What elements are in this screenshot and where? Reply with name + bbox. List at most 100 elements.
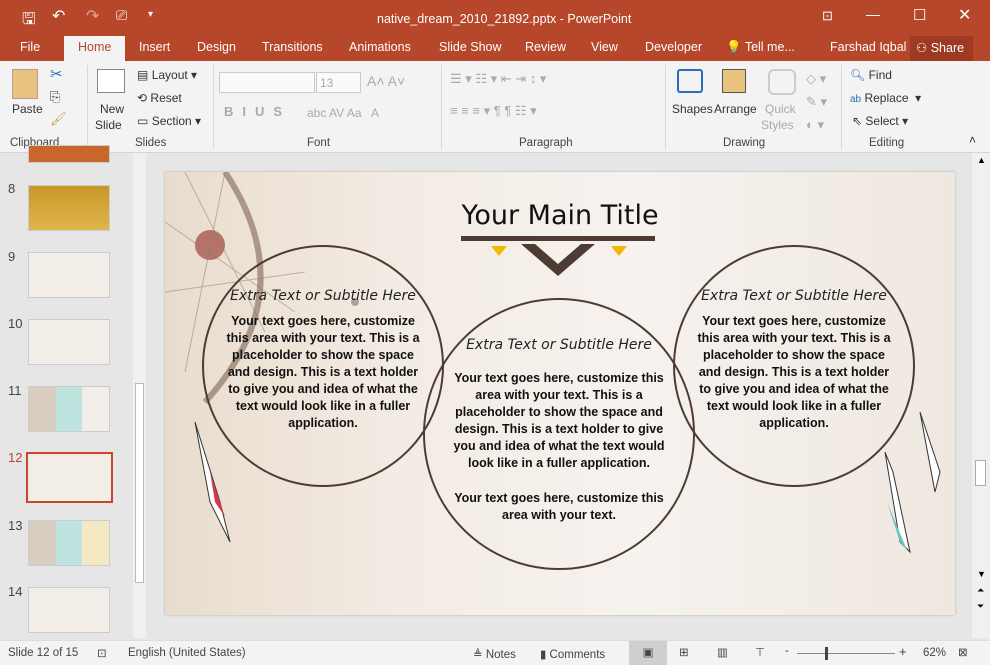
minimize-button[interactable]: — xyxy=(866,6,880,22)
format-painter-icon[interactable]: 🖌 xyxy=(50,111,67,127)
quick-styles-icon xyxy=(768,69,796,95)
language-indicator[interactable]: English (United States) xyxy=(128,647,246,659)
body-text-right[interactable]: Your text goes here, customize this area… xyxy=(694,313,894,432)
cut-icon[interactable]: ✂ xyxy=(50,65,63,83)
replace-button[interactable]: ab Replace ▾ xyxy=(850,91,921,105)
share-button[interactable]: ⚇ Share xyxy=(910,36,973,61)
zoom-in-button[interactable]: + xyxy=(899,644,907,659)
tribal-ornament-icon xyxy=(461,236,655,276)
slide-thumbnail-9[interactable] xyxy=(28,252,110,298)
strikethrough-icon[interactable]: abc AV Aa A xyxy=(307,106,379,120)
group-editing: Editing xyxy=(869,137,905,149)
arrange-button[interactable]: Arrange xyxy=(714,102,757,116)
redo-icon[interactable]: ↷ xyxy=(86,6,99,26)
spell-check-icon[interactable]: ⊡ xyxy=(97,646,107,660)
shapes-icon xyxy=(677,69,703,93)
save-icon[interactable]: 🖫 xyxy=(22,8,36,35)
undo-icon[interactable]: ↶ xyxy=(52,6,65,26)
slide-thumbnail-11[interactable] xyxy=(28,386,110,432)
reset-button[interactable]: ⟲ Reset xyxy=(137,91,182,105)
editor-vertical-scrollbar[interactable]: ▲ ▼ ⏶ ⏷ xyxy=(972,153,990,638)
reading-view-button[interactable]: ▥ xyxy=(717,645,728,659)
fit-to-window-icon[interactable]: ⊠ xyxy=(958,645,968,659)
close-button[interactable]: ✕ xyxy=(958,5,971,25)
tab-animations[interactable]: Animations xyxy=(349,40,411,54)
tab-developer[interactable]: Developer xyxy=(645,40,702,54)
divider xyxy=(213,65,214,149)
tab-slide-show[interactable]: Slide Show xyxy=(439,40,502,54)
layout-button[interactable]: ▤ Layout ▾ xyxy=(137,68,197,82)
slide-number: 13 xyxy=(8,518,23,533)
zoom-level[interactable]: 62% xyxy=(923,647,946,659)
align-icon[interactable]: ≡ ≡ ≡ ▾ ¶ ¶ ☷ ▾ xyxy=(450,103,537,119)
tab-home[interactable]: Home xyxy=(64,36,126,61)
tab-design[interactable]: Design xyxy=(197,40,236,54)
tab-file[interactable]: File xyxy=(20,40,40,54)
section-button[interactable]: ▭ Section ▾ xyxy=(137,114,201,128)
slide-canvas[interactable]: Your Main Title Extra Text or Subtitle H… xyxy=(165,172,955,615)
scroll-down-icon[interactable]: ▼ xyxy=(977,569,986,579)
scroll-up-icon[interactable]: ▲ xyxy=(977,155,986,165)
customize-toolbar-icon[interactable]: ▾ xyxy=(148,9,153,20)
start-from-beginning-icon[interactable]: ⎚ xyxy=(116,7,127,24)
subtitle-right[interactable]: Extra Text or Subtitle Here xyxy=(676,288,912,304)
find-button[interactable]: 🔍︎ Find xyxy=(850,68,892,82)
new-slide-icon xyxy=(97,69,125,93)
slide-thumbnail-13[interactable] xyxy=(28,520,110,566)
tab-review[interactable]: Review xyxy=(525,40,566,54)
next-slide-icon[interactable]: ⏷ xyxy=(977,601,984,612)
notes-button[interactable]: ≜ Notes xyxy=(473,647,516,661)
font-name-input[interactable] xyxy=(219,72,315,93)
subtitle-middle[interactable]: Extra Text or Subtitle Here xyxy=(435,337,683,353)
collapse-ribbon-icon[interactable]: ˄ xyxy=(969,133,976,147)
subtitle-left[interactable]: Extra Text or Subtitle Here xyxy=(205,288,441,304)
previous-slide-icon[interactable]: ⏶ xyxy=(977,585,984,596)
zoom-slider-thumb[interactable] xyxy=(825,647,829,660)
tab-transitions[interactable]: Transitions xyxy=(262,40,323,54)
slide-sorter-button[interactable]: ⊞ xyxy=(679,645,689,659)
normal-view-button[interactable]: ▣ xyxy=(629,641,667,665)
thumbnails-scrollbar[interactable] xyxy=(133,153,146,638)
scrollbar-thumb[interactable] xyxy=(135,383,144,583)
slide-thumbnail-7[interactable] xyxy=(28,145,110,163)
slide-show-button[interactable]: ⊤ xyxy=(755,645,765,659)
reset-icon: ⟲ xyxy=(137,91,148,105)
slide-number: 10 xyxy=(8,316,23,331)
slide-thumbnail-8[interactable] xyxy=(28,185,110,231)
zoom-slider[interactable] xyxy=(797,653,895,654)
body-text-left[interactable]: Your text goes here, customize this area… xyxy=(223,313,423,432)
ribbon-display-icon[interactable]: ⊡ xyxy=(822,8,833,24)
new-slide-button[interactable]: New xyxy=(100,102,124,116)
comments-button[interactable]: ▮ Comments xyxy=(540,647,605,661)
body-text-middle-2[interactable]: Your text goes here, customize this area… xyxy=(453,490,665,524)
slide-thumbnail-12-selected[interactable] xyxy=(26,452,113,503)
user-name[interactable]: Farshad Iqbal xyxy=(830,40,906,54)
tab-view[interactable]: View xyxy=(591,40,618,54)
ribbon-tabs: File Home Insert Design Transitions Anim… xyxy=(0,36,990,61)
slide-thumbnail-14[interactable] xyxy=(28,587,110,633)
paste-button[interactable]: Paste xyxy=(12,102,43,116)
scrollbar-thumb[interactable] xyxy=(975,460,986,486)
zoom-out-button[interactable]: - xyxy=(785,645,789,657)
slide-title[interactable]: Your Main Title xyxy=(165,200,955,231)
body-text-middle[interactable]: Your text goes here, customize this area… xyxy=(453,370,665,472)
tab-insert[interactable]: Insert xyxy=(139,40,170,54)
divider xyxy=(665,65,666,149)
slide-thumbnail-10[interactable] xyxy=(28,319,110,365)
slide-number: 12 xyxy=(8,450,23,465)
shape-fill-outline-effects-icons[interactable]: ◇ ▾ ✎ ▾ ◐ ▾ xyxy=(806,67,827,136)
tell-me-search[interactable]: 💡 Tell me... xyxy=(726,40,795,55)
arrange-icon xyxy=(722,69,746,93)
font-size-input[interactable]: 13 xyxy=(316,72,361,93)
bullets-icon[interactable]: ☰ ▾ ☷ ▾ ⇤ ⇥ ↕ ▾ xyxy=(450,71,546,87)
font-format-buttons[interactable]: BIUS xyxy=(224,104,291,119)
shapes-button[interactable]: Shapes xyxy=(672,102,713,116)
grow-font-icon[interactable]: A˄ A˅ xyxy=(367,73,405,89)
select-button[interactable]: ⇖ Select ▾ xyxy=(852,114,908,128)
maximize-button[interactable]: ☐ xyxy=(913,6,926,24)
quick-styles-button[interactable]: Quick xyxy=(765,102,796,116)
divider xyxy=(441,65,442,149)
copy-icon[interactable]: ⎘ xyxy=(50,89,60,105)
replace-icon: ab xyxy=(850,94,862,105)
ribbon: Paste ✂ ⎘ 🖌 Clipboard New Slide ▤ Layout… xyxy=(0,61,990,153)
